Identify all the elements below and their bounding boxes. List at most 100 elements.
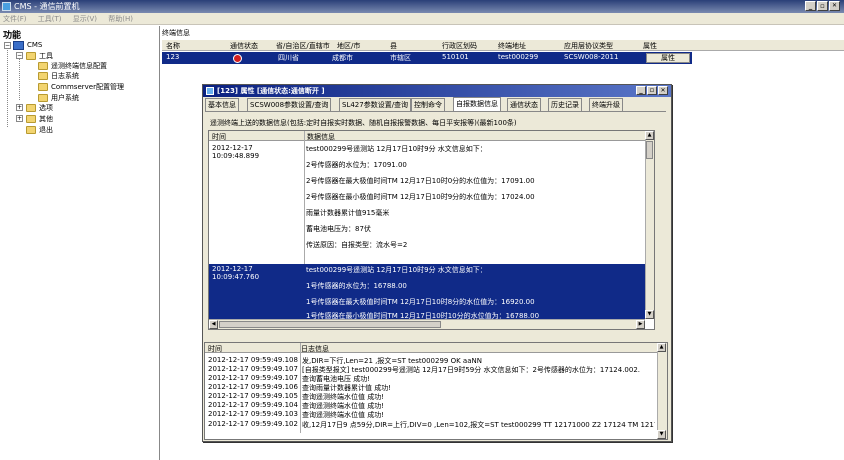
tree-connector bbox=[7, 47, 8, 127]
entry-time: 10:09:47.760 bbox=[212, 273, 260, 281]
col-log-message[interactable]: 日志信息 bbox=[301, 344, 329, 354]
sidebar-item-exit[interactable]: 退出 bbox=[39, 125, 53, 135]
scroll-right-icon[interactable]: ▶ bbox=[636, 320, 645, 329]
tree-toggle-root[interactable]: − bbox=[4, 42, 11, 49]
dialog-title-bar: [123] 属性 [通信状态:通信断开 ] bbox=[203, 85, 671, 97]
entry-line: 2号传感器的水位为：17091.00 bbox=[306, 161, 407, 169]
entry-line: 2号传感器在最小极值时间TM 12月17日10时9分的水位值为：17024.00 bbox=[306, 193, 535, 201]
entry-line: 1号传感器在最大极值时间TM 12月17日10时8分的水位值为：16920.00 bbox=[306, 298, 535, 306]
scroll-down-icon[interactable]: ▼ bbox=[657, 430, 666, 439]
scroll-left-icon[interactable]: ◀ bbox=[209, 320, 218, 329]
log-message: 收,12月17日9 点59分,DIR=上行,DIV=0 ,Len=102,报文=… bbox=[302, 421, 655, 429]
cell-protocol: SCSW008-2011 bbox=[564, 53, 619, 61]
sidebar-item-log-system[interactable]: 日志系统 bbox=[51, 71, 79, 81]
entry-date: 2012-12-17 bbox=[212, 144, 253, 152]
data-subheading: 遥测终端上送的数据信息(包括:定时自报实时数据、随机自报报警数据、每日平安报等)… bbox=[210, 119, 517, 127]
self-report-header: 时间 数据信息 bbox=[209, 131, 645, 141]
menu-bar: 文件(F) 工具(T) 显示(V) 帮助(H) bbox=[0, 13, 844, 25]
grid-caption: 终端信息 bbox=[162, 29, 190, 37]
tree-toggle-options[interactable]: + bbox=[16, 104, 23, 111]
tree-connector bbox=[19, 58, 20, 100]
cell-code: 510101 bbox=[442, 53, 469, 61]
window-title: CMS - 通信前置机 bbox=[14, 2, 80, 11]
cell-province: 四川省 bbox=[278, 54, 299, 62]
tab-divider bbox=[205, 111, 666, 112]
col-city[interactable]: 地区/市 bbox=[337, 41, 360, 51]
col-attr[interactable]: 属性 bbox=[643, 41, 657, 51]
log-time: 2012-12-17 09:59:49.103 bbox=[208, 410, 298, 418]
log-message: 查询遥测终端水位值 成功! bbox=[302, 411, 385, 419]
close-button[interactable]: ✕ bbox=[829, 1, 840, 11]
minimize-button[interactable]: _ bbox=[805, 1, 816, 11]
entry-line: 传送原因：自报类型：流水号=2 bbox=[306, 241, 408, 249]
dialog-minimize-button[interactable]: _ bbox=[636, 86, 646, 95]
scroll-up-icon[interactable]: ▲ bbox=[657, 343, 666, 352]
sidebar-item-other[interactable]: 其他 bbox=[39, 114, 53, 124]
tree-toggle-tools[interactable]: − bbox=[16, 52, 23, 59]
tab-upgrade[interactable]: 终端升级 bbox=[589, 98, 623, 111]
sidebar-item-terminal-config[interactable]: 遥测终端信息配置 bbox=[51, 61, 107, 71]
menu-file[interactable]: 文件(F) bbox=[3, 15, 27, 23]
sidebar-item-user-system[interactable]: 用户系统 bbox=[51, 93, 79, 103]
tab-control[interactable]: 控制命令 bbox=[411, 98, 445, 111]
col-data[interactable]: 数据信息 bbox=[307, 132, 335, 142]
sidebar-title: 功能 bbox=[3, 31, 22, 41]
col-status[interactable]: 通信状态 bbox=[230, 41, 258, 51]
col-county[interactable]: 县 bbox=[390, 41, 397, 51]
sidebar-item-commserver[interactable]: Commserver配置管理 bbox=[51, 82, 124, 92]
menu-help[interactable]: 帮助(H) bbox=[108, 15, 133, 23]
col-province[interactable]: 省/自治区/直辖市 bbox=[276, 41, 330, 51]
properties-button[interactable]: 属性 bbox=[646, 53, 690, 63]
folder-icon bbox=[26, 115, 36, 123]
folder-icon bbox=[38, 62, 48, 70]
restore-button[interactable]: ▫ bbox=[817, 1, 828, 11]
col-terminal-address[interactable]: 终端地址 bbox=[498, 41, 526, 51]
column-divider bbox=[300, 343, 301, 433]
folder-icon bbox=[26, 126, 36, 134]
entry-line: test000299号遥测站 12月17日10时9分 水文信息如下： bbox=[306, 266, 487, 274]
entry-line: 1号传感器的水位为：16788.00 bbox=[306, 282, 407, 290]
folder-icon bbox=[38, 72, 48, 80]
menu-tools[interactable]: 工具(T) bbox=[38, 15, 62, 23]
log-time: 2012-12-17 09:59:49.104 bbox=[208, 401, 298, 409]
scroll-down-icon[interactable]: ▼ bbox=[645, 310, 654, 319]
sidebar-item-options[interactable]: 选项 bbox=[39, 103, 53, 113]
status-disconnected-icon bbox=[233, 54, 242, 63]
col-log-time[interactable]: 时间 bbox=[208, 344, 222, 354]
entry-line: 雨量计数器累计值915毫米 bbox=[306, 209, 390, 217]
col-time[interactable]: 时间 bbox=[212, 132, 226, 142]
cell-county: 市辖区 bbox=[390, 54, 411, 62]
window-title-bar: CMS - 通信前置机 bbox=[0, 0, 844, 13]
cell-address: test000299 bbox=[498, 53, 539, 61]
tree-toggle-other[interactable]: + bbox=[16, 115, 23, 122]
dialog-close-button[interactable]: ✕ bbox=[658, 86, 668, 95]
scroll-up-icon[interactable]: ▲ bbox=[645, 131, 654, 140]
log-time: 2012-12-17 09:59:49.106 bbox=[208, 383, 298, 391]
log-time: 2012-12-17 09:59:49.107 bbox=[208, 365, 298, 373]
tab-basic-info[interactable]: 基本信息 bbox=[205, 98, 239, 111]
scroll-thumb[interactable] bbox=[219, 321, 441, 328]
col-name[interactable]: 名称 bbox=[166, 41, 180, 51]
dialog-title: [123] 属性 [通信状态:通信断开 ] bbox=[217, 87, 325, 95]
log-header: 时间 日志信息 bbox=[205, 343, 657, 353]
sidebar-item-tools[interactable]: 工具 bbox=[39, 51, 53, 61]
tab-self-report[interactable]: 自报数据信息 bbox=[453, 97, 501, 111]
col-protocol[interactable]: 应用层协议类型 bbox=[564, 41, 613, 51]
entry-line: test000299号遥测站 12月17日10时9分 水文信息如下： bbox=[306, 145, 487, 153]
tab-history[interactable]: 历史记录 bbox=[548, 98, 582, 111]
col-region-code[interactable]: 行政区划码 bbox=[442, 41, 477, 51]
tab-scsw008[interactable]: SCSW008参数设置/查询 bbox=[247, 98, 332, 111]
log-time: 2012-12-17 09:59:49.105 bbox=[208, 392, 298, 400]
dialog-restore-button[interactable]: ▫ bbox=[647, 86, 657, 95]
folder-open-icon bbox=[26, 52, 36, 60]
tab-comm-status[interactable]: 通信状态 bbox=[507, 98, 541, 111]
tree-root-label[interactable]: CMS bbox=[27, 41, 42, 49]
log-vertical-scrollbar[interactable] bbox=[657, 343, 667, 439]
log-time: 2012-12-17 09:59:49.107 bbox=[208, 374, 298, 382]
tab-sl427[interactable]: SL427参数设置/查询 bbox=[339, 98, 412, 111]
scroll-thumb[interactable] bbox=[646, 141, 653, 159]
log-time: 2012-12-17 09:59:49.108 bbox=[208, 356, 298, 364]
vertical-scrollbar[interactable] bbox=[645, 131, 654, 319]
menu-view[interactable]: 显示(V) bbox=[73, 15, 97, 23]
app-icon bbox=[2, 2, 11, 11]
